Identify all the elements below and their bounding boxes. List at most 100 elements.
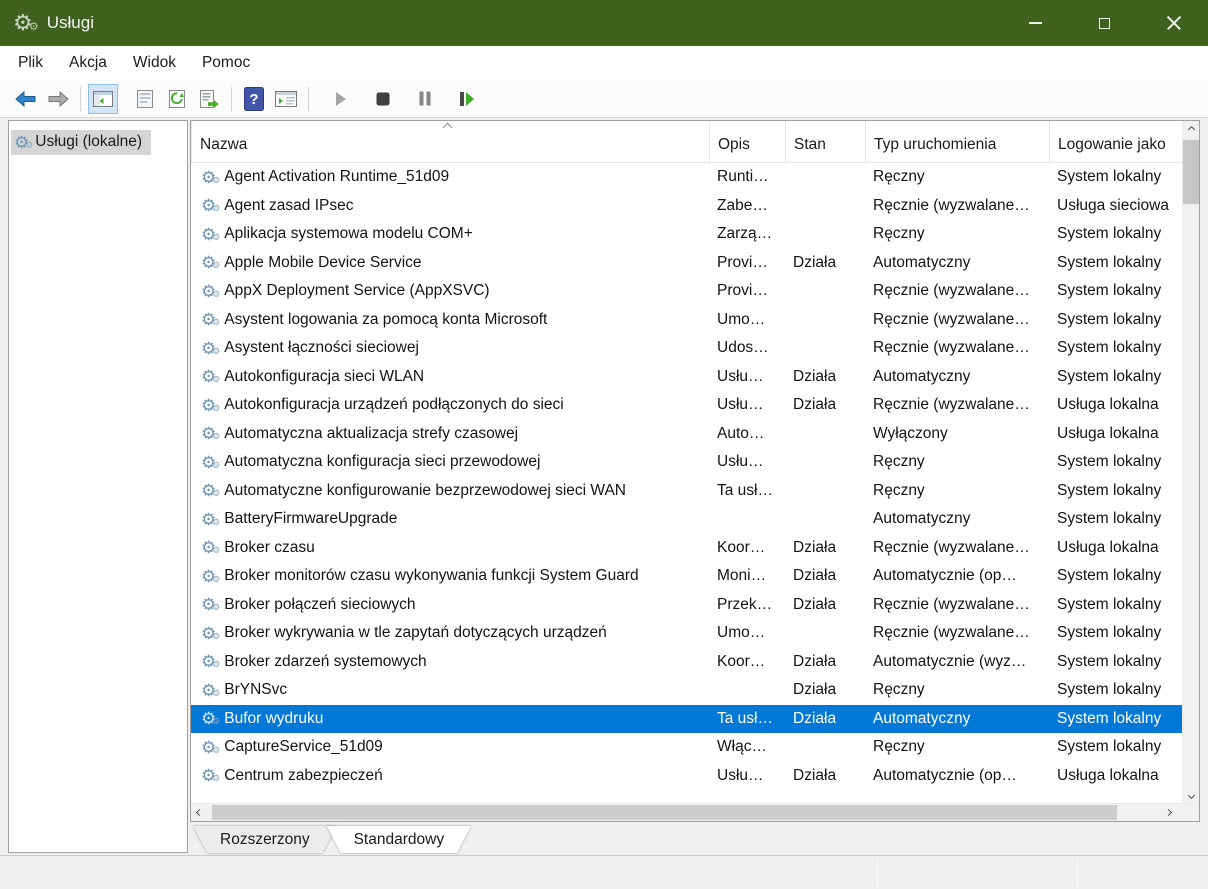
service-gear-icon: ⚙ [201, 568, 216, 585]
close-button[interactable] [1139, 0, 1208, 46]
horizontal-scrollbar[interactable] [191, 803, 1199, 821]
help-button[interactable]: ? [239, 84, 269, 114]
back-button[interactable] [11, 84, 41, 114]
service-description: Umo… [709, 624, 785, 642]
menu-widok[interactable]: Widok [120, 48, 189, 78]
service-startup-type: Automatyczny [865, 254, 1049, 272]
service-description: Ta usł… [709, 482, 785, 500]
service-startup-type: Automatyczny [865, 368, 1049, 386]
service-startup-type: Ręczny [865, 225, 1049, 243]
list-header: Nazwa Opis Stan Typ uruchomienia Logowan… [191, 121, 1182, 163]
stop-service-button[interactable] [368, 84, 398, 114]
column-header-stan[interactable]: Stan [785, 121, 865, 162]
minimize-button[interactable] [1001, 0, 1070, 46]
service-name: Automatyczna aktualizacja strefy czasowe… [224, 425, 518, 443]
service-logon-as: System lokalny [1049, 225, 1182, 243]
horizontal-scrollbar-thumb[interactable] [212, 805, 1117, 820]
table-row[interactable]: ⚙ Broker czasu Koor… Działa Ręcznie (wyz… [191, 534, 1182, 563]
service-gear-icon: ⚙ [201, 482, 216, 499]
menu-akcja[interactable]: Akcja [56, 48, 120, 78]
refresh-button[interactable] [162, 84, 192, 114]
table-row[interactable]: ⚙ Apple Mobile Device Service Provi… Dzi… [191, 249, 1182, 278]
service-gear-icon: ⚙ [201, 682, 216, 699]
table-row[interactable]: ⚙ Autokonfiguracja sieci WLAN Usłu… Dzia… [191, 363, 1182, 392]
restart-service-button[interactable] [452, 84, 482, 114]
table-row[interactable]: ⚙ Agent zasad IPsec Zabe… Ręcznie (wyzwa… [191, 192, 1182, 221]
menu-pomoc[interactable]: Pomoc [189, 48, 263, 78]
titlebar: ⚙ Usługi [0, 0, 1208, 46]
scroll-left-button[interactable] [191, 804, 208, 821]
service-description: Provi… [709, 254, 785, 272]
service-name: Autokonfiguracja urządzeń podłączonych d… [224, 396, 564, 414]
service-name: Centrum zabezpieczeń [224, 767, 383, 785]
services-window: { "titlebar": { "title": "Usługi", "icon… [0, 0, 1208, 889]
service-startup-type: Automatycznie (wyz… [865, 653, 1049, 671]
export-list-button[interactable] [194, 84, 224, 114]
service-gear-icon: ⚙ [201, 739, 216, 756]
column-header-typ-uruchomienia[interactable]: Typ uruchomienia [865, 121, 1049, 162]
table-row[interactable]: ⚙ CaptureService_51d09 Włąc… Ręczny Syst… [191, 733, 1182, 762]
scroll-up-button[interactable] [1183, 121, 1199, 137]
menu-plik[interactable]: Plik [5, 48, 56, 78]
service-name: Bufor wydruku [224, 710, 323, 728]
service-logon-as: Usługa lokalna [1049, 767, 1182, 785]
show-action-pane-button[interactable] [271, 84, 301, 114]
properties-button[interactable] [130, 84, 160, 114]
table-row[interactable]: ⚙ Broker połączeń sieciowych Przek… Dzia… [191, 591, 1182, 620]
service-description: Runti… [709, 168, 785, 186]
show-console-tree-button[interactable] [88, 84, 118, 114]
table-row[interactable]: ⚙ Asystent logowania za pomocą konta Mic… [191, 306, 1182, 335]
service-gear-icon: ⚙ [201, 425, 216, 442]
service-startup-type: Ręczny [865, 738, 1049, 756]
table-row[interactable]: ⚙ Broker wykrywania w tle zapytań dotycz… [191, 619, 1182, 648]
table-row[interactable]: ⚙ BrYNSvc Działa Ręczny System lokalny [191, 676, 1182, 705]
table-row[interactable]: ⚙ Aplikacja systemowa modelu COM+ Zarzą…… [191, 220, 1182, 249]
service-gear-icon: ⚙ [201, 226, 216, 243]
service-status: Działa [785, 681, 865, 699]
service-gear-icon: ⚙ [201, 368, 216, 385]
pause-icon [419, 91, 431, 106]
maximize-icon [1099, 18, 1110, 29]
service-name: Broker czasu [224, 539, 314, 557]
table-row[interactable]: ⚙ AppX Deployment Service (AppXSVC) Prov… [191, 277, 1182, 306]
forward-button[interactable] [43, 84, 73, 114]
scroll-down-button[interactable] [1183, 787, 1199, 803]
service-logon-as: System lokalny [1049, 567, 1182, 585]
service-gear-icon: ⚙ [201, 254, 216, 271]
scroll-right-button[interactable] [1160, 804, 1177, 821]
service-name: Autokonfiguracja sieci WLAN [224, 368, 424, 386]
maximize-button[interactable] [1070, 0, 1139, 46]
table-row[interactable]: ⚙ Autokonfiguracja urządzeń podłączonych… [191, 391, 1182, 420]
pause-service-button[interactable] [410, 84, 440, 114]
service-description: Koor… [709, 653, 785, 671]
service-name: Broker połączeń sieciowych [224, 596, 415, 614]
service-gear-icon: ⚙ [201, 397, 216, 414]
table-row[interactable]: ⚙ Automatyczna aktualizacja strefy czaso… [191, 420, 1182, 449]
restart-icon [459, 91, 475, 107]
table-row[interactable]: ⚙ Asystent łączności sieciowej Udos… Ręc… [191, 334, 1182, 363]
service-logon-as: System lokalny [1049, 738, 1182, 756]
service-startup-type: Ręczny [865, 681, 1049, 699]
sidebar-item-uslugi-lokalne[interactable]: ⚙ Usługi (lokalne) [11, 130, 151, 155]
vertical-scrollbar[interactable] [1182, 121, 1199, 803]
table-row[interactable]: ⚙ Agent Activation Runtime_51d09 Runti… … [191, 163, 1182, 192]
table-row[interactable]: ⚙ Broker monitorów czasu wykonywania fun… [191, 562, 1182, 591]
column-header-opis[interactable]: Opis [709, 121, 785, 162]
service-logon-as: System lokalny [1049, 653, 1182, 671]
table-row[interactable]: ⚙ Broker zdarzeń systemowych Koor… Dział… [191, 648, 1182, 677]
service-logon-as: System lokalny [1049, 311, 1182, 329]
table-row[interactable]: ⚙ Centrum zabezpieczeń Usłu… Działa Auto… [191, 762, 1182, 791]
column-header-logowanie-jako[interactable]: Logowanie jako [1049, 121, 1182, 162]
service-name: AppX Deployment Service (AppXSVC) [224, 282, 489, 300]
table-row[interactable]: ⚙ Automatyczne konfigurowanie bezprzewod… [191, 477, 1182, 506]
window-controls [1001, 0, 1208, 46]
table-row[interactable]: ⚙ Bufor wydruku Ta usł… Działa Automatyc… [191, 705, 1182, 734]
table-row[interactable]: ⚙ Automatyczna konfiguracja sieci przewo… [191, 448, 1182, 477]
tab-standardowy[interactable]: Standardowy [327, 826, 471, 853]
table-row[interactable]: ⚙ BatteryFirmwareUpgrade Automatyczny Sy… [191, 505, 1182, 534]
service-description: Ta usł… [709, 710, 785, 728]
tab-rozszerzony[interactable]: Rozszerzony [193, 826, 337, 853]
service-name: Asystent łączności sieciowej [224, 339, 419, 357]
start-service-button[interactable] [326, 84, 356, 114]
vertical-scrollbar-thumb[interactable] [1183, 140, 1199, 204]
